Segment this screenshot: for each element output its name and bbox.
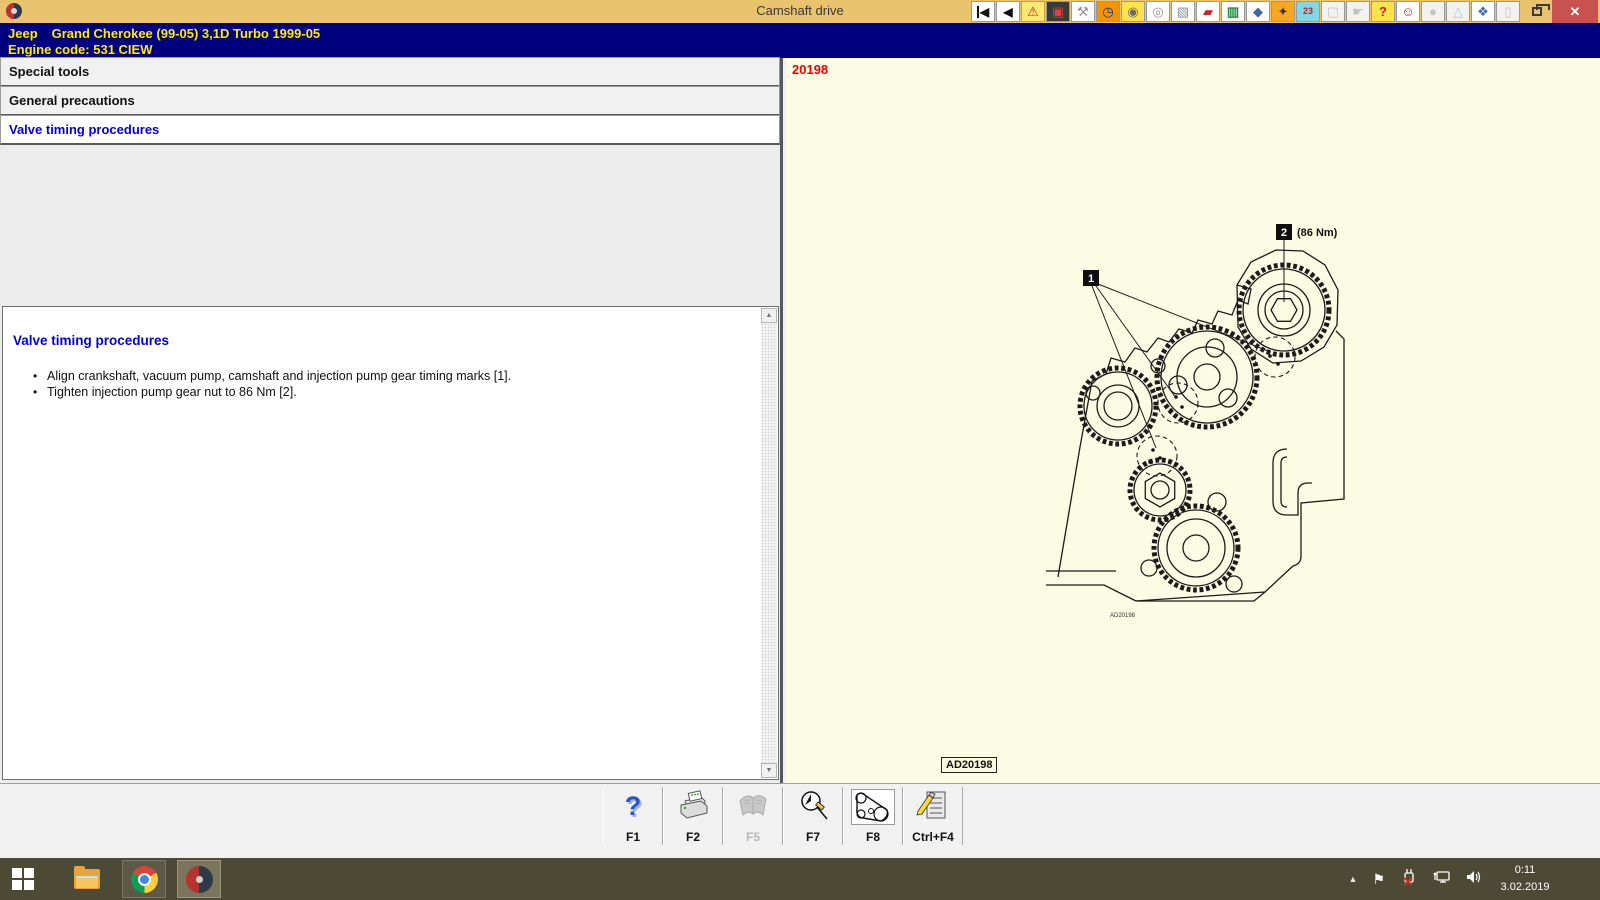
procedure-list: Align crankshaft, vacuum pump, camshaft … xyxy=(33,368,778,400)
menu-item-valve-timing[interactable]: Valve timing procedures xyxy=(0,115,780,145)
manuals-button[interactable]: F5 xyxy=(723,787,783,845)
windows-logo-icon xyxy=(12,868,34,890)
close-icon: ✕ xyxy=(1570,4,1581,20)
figure-tag[interactable]: AD20198 xyxy=(941,757,997,773)
close-button[interactable]: ✕ xyxy=(1552,0,1598,23)
topics-panel: Special tools General precautions Valve … xyxy=(0,58,783,783)
vehicle-brand: Jeep xyxy=(8,26,38,41)
service-globe-icon[interactable]: ◷ xyxy=(1096,1,1120,22)
help-icon: ? xyxy=(625,789,642,823)
function-bar: ? F1 F2 F5 xyxy=(0,783,1600,858)
help-car-icon[interactable]: ? xyxy=(1371,1,1395,22)
windows-taskbar: ▲ ⚑ 0 xyxy=(0,858,1600,900)
special-tools-icon[interactable]: ⚒ xyxy=(1071,1,1095,22)
key-remote-icon[interactable]: ✦ xyxy=(1271,1,1295,22)
procedure-step: Align crankshaft, vacuum pump, camshaft … xyxy=(33,368,778,384)
folder-icon xyxy=(74,869,100,889)
cabinet-icon[interactable]: ▯ xyxy=(1496,1,1520,22)
clock-date: 3.02.2019 xyxy=(1486,879,1564,896)
drawing-code: AD20198 xyxy=(1110,613,1136,619)
ball-icon[interactable]: ● xyxy=(1421,1,1445,22)
tyre-pressure-icon[interactable]: 23 xyxy=(1296,1,1320,22)
scrollbar[interactable]: ▲ ▼ xyxy=(761,308,777,778)
callout-1-label: 1 xyxy=(1088,273,1094,285)
technician-car-icon[interactable]: ☺ xyxy=(1396,1,1420,22)
engine-parts-icon[interactable]: ▧ xyxy=(1171,1,1195,22)
speaker-icon[interactable] xyxy=(1465,869,1482,890)
help-button[interactable]: ? F1 xyxy=(603,787,663,845)
body-panel-icon[interactable]: ▢ xyxy=(1321,1,1345,22)
chrome-icon xyxy=(131,866,158,893)
belt-icon xyxy=(851,789,895,825)
taskbar-clock[interactable]: 0:11 3.02.2019 xyxy=(1486,862,1564,896)
function-buttons: ? F1 F2 F5 xyxy=(603,787,963,845)
hidden-icons-chevron-icon[interactable]: ▲ xyxy=(1349,874,1358,884)
vehicle-title: Jeep Grand Cherokee (99-05) 3,1D Turbo 19… xyxy=(8,26,320,41)
notes-button[interactable]: Ctrl+F4 xyxy=(903,787,963,845)
content-heading: Valve timing procedures xyxy=(13,333,778,348)
tow-car-icon[interactable]: ◆ xyxy=(1246,1,1270,22)
drive-belts-button[interactable]: F8 xyxy=(843,787,903,845)
engine-code: Engine code: 531 CIEW xyxy=(8,42,152,57)
torque-note: (86 Nm) xyxy=(1297,227,1338,239)
print-button[interactable]: F2 xyxy=(663,787,723,845)
hand-pointer-icon[interactable]: ☛ xyxy=(1346,1,1370,22)
scroll-up-icon[interactable]: ▲ xyxy=(761,308,777,323)
warning-sign-icon[interactable]: △ xyxy=(1446,1,1470,22)
dashboard-warning-icon[interactable]: ▣ xyxy=(1046,1,1070,22)
menu-item-special-tools[interactable]: Special tools xyxy=(0,57,780,87)
wheel-tyre-icon[interactable]: ◎ xyxy=(1146,1,1170,22)
back-icon[interactable]: ◀ xyxy=(996,1,1020,22)
gear-diagram-svg: 1 2 (86 Nm) AD20198 xyxy=(1040,218,1370,623)
road-test-car-icon[interactable]: ▰ xyxy=(1196,1,1220,22)
action-center-flag-icon[interactable]: ⚑ xyxy=(1372,871,1385,888)
network-icon[interactable] xyxy=(1432,869,1450,890)
warning-triangle-icon[interactable]: ⚠ xyxy=(1021,1,1045,22)
vehicle-model: Grand Cherokee (99-05) 3,1D Turbo 1999-0… xyxy=(52,26,321,41)
first-page-icon[interactable]: ◀ xyxy=(971,1,995,22)
vehicle-header: Jeep Grand Cherokee (99-05) 3,1D Turbo 19… xyxy=(0,23,1600,58)
titlebar: Camshaft drive ◀ ◀ ⚠ ▣ ⚒ ◷ ◉ ◎ ▧ ▰ ▥ ◆ ✦… xyxy=(0,0,1600,23)
disc-icon xyxy=(186,866,213,893)
inspect-button[interactable]: F7 xyxy=(783,787,843,845)
restore-window-button[interactable] xyxy=(1528,4,1546,19)
procedure-step: Tighten injection pump gear nut to 86 Nm… xyxy=(33,384,778,400)
printer-icon xyxy=(675,789,711,823)
system-tray: ▲ ⚑ xyxy=(1349,858,1482,900)
menu-item-general-precautions[interactable]: General precautions xyxy=(0,86,780,116)
top-toolbar: ◀ ◀ ⚠ ▣ ⚒ ◷ ◉ ◎ ▧ ▰ ▥ ◆ ✦ 23 ▢ ☛ ? ☺ ● △… xyxy=(971,1,1520,22)
start-button[interactable] xyxy=(0,858,46,900)
chrome-button[interactable] xyxy=(122,860,166,898)
restore-icon xyxy=(1532,7,1542,16)
note-pencil-icon xyxy=(915,789,951,823)
electrics-mouse-icon[interactable]: ◉ xyxy=(1121,1,1145,22)
callout-2-label: 2 xyxy=(1281,227,1287,239)
power-plug-icon[interactable] xyxy=(1400,868,1417,890)
autodata-app-button[interactable] xyxy=(177,860,221,898)
file-explorer-button[interactable] xyxy=(64,858,110,900)
clock-time: 0:11 xyxy=(1486,862,1564,879)
illustration-ref-number: 20198 xyxy=(792,62,828,77)
magnifier-icon xyxy=(795,789,831,823)
book-icon xyxy=(735,789,771,823)
illustration-panel: 20198 xyxy=(786,58,1600,795)
camshaft-drive-diagram: 1 2 (86 Nm) AD20198 xyxy=(1040,218,1370,623)
scroll-down-icon[interactable]: ▼ xyxy=(761,763,777,778)
painted-car-icon[interactable]: ❖ xyxy=(1471,1,1495,22)
procedure-content: Valve timing procedures Align crankshaft… xyxy=(2,306,779,780)
vehicle-lift-icon[interactable]: ▥ xyxy=(1221,1,1245,22)
